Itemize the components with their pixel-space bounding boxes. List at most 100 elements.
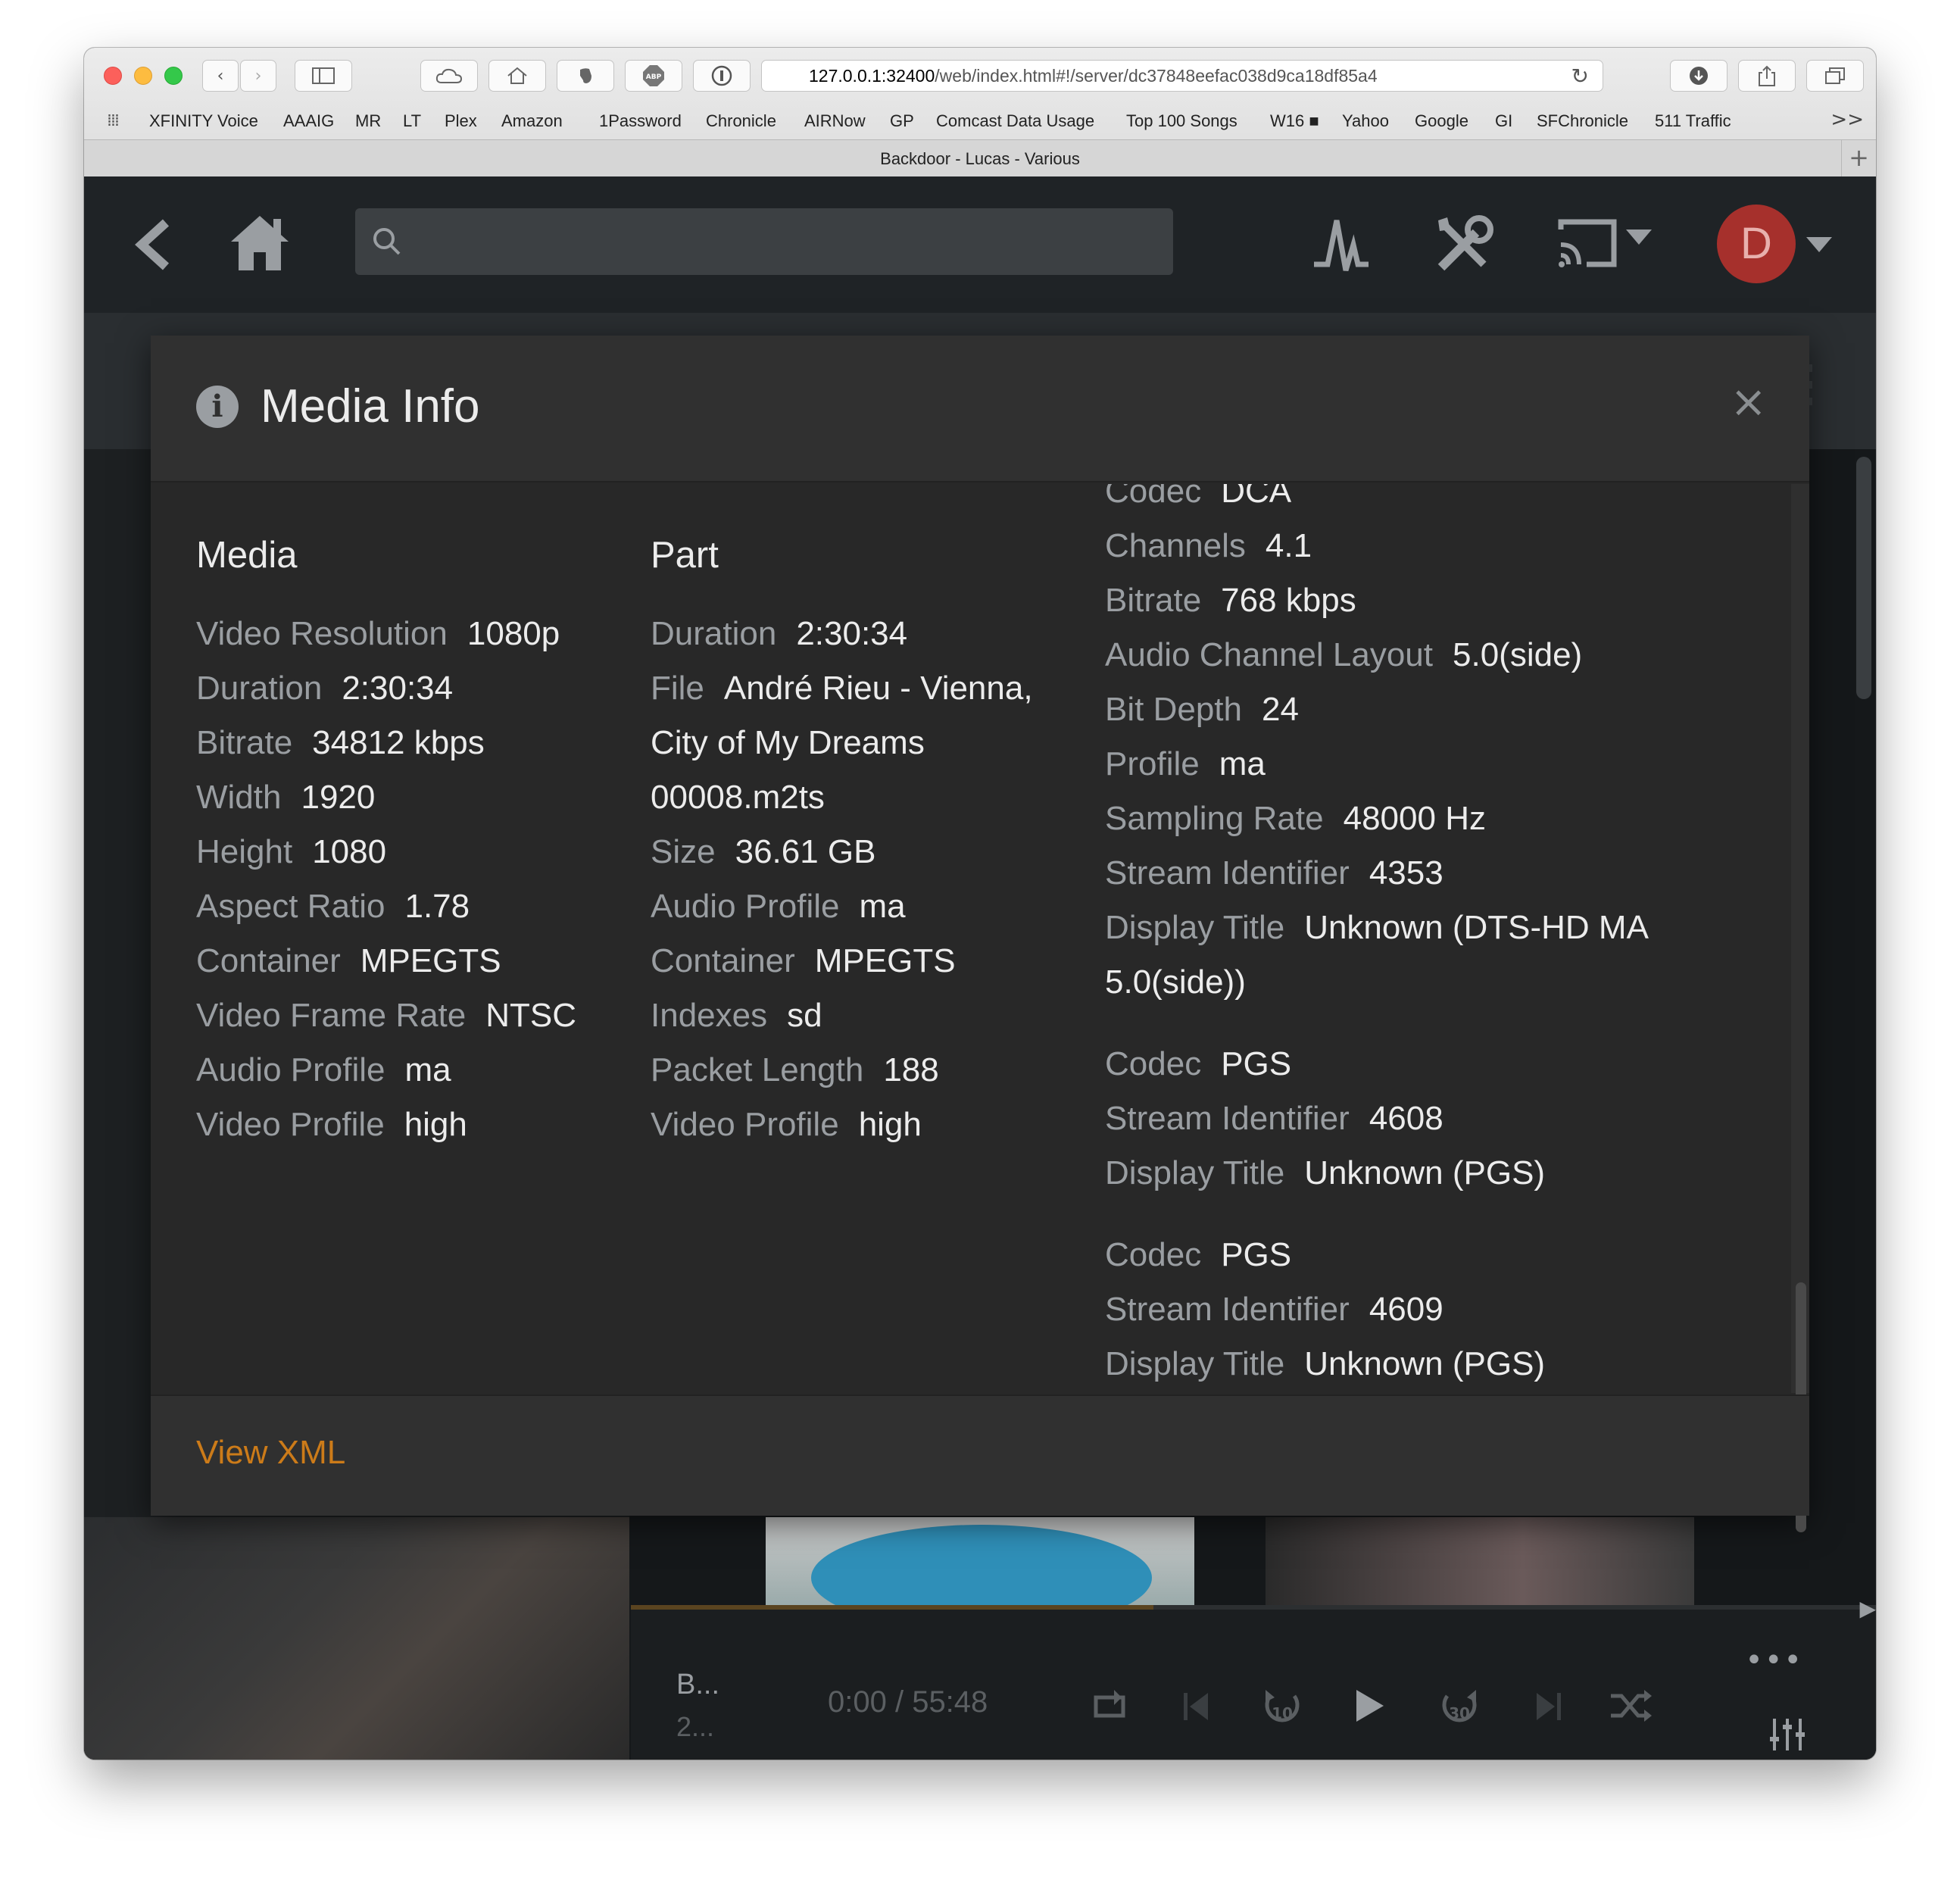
home-icon[interactable] bbox=[229, 213, 290, 277]
bookmark-item[interactable]: 1Password bbox=[599, 111, 682, 131]
part-file-row: File André Rieu - Vienna, bbox=[651, 670, 1033, 707]
tab-title[interactable]: Backdoor - Lucas - Various bbox=[84, 149, 1876, 169]
skip-back-icon[interactable]: 10 bbox=[1259, 1687, 1305, 1733]
new-tab-button[interactable]: + bbox=[1841, 140, 1876, 176]
play-icon[interactable] bbox=[1350, 1687, 1388, 1729]
part-row: Duration 2:30:34 bbox=[651, 615, 908, 652]
stream-row: Bit Depth 24 bbox=[1105, 691, 1299, 728]
part-file-continued: 00008.m2ts bbox=[651, 779, 825, 816]
album-thumbnail[interactable] bbox=[1266, 1517, 1694, 1608]
downloads-icon[interactable] bbox=[1670, 60, 1727, 92]
media-row: Width 1920 bbox=[196, 779, 376, 816]
bookmark-item[interactable]: Top 100 Songs bbox=[1126, 111, 1237, 131]
onepassword-icon[interactable] bbox=[693, 60, 751, 92]
modal-scrollbar-track[interactable] bbox=[1791, 484, 1809, 1393]
url-bar[interactable]: 127.0.0.1:32400/web/index.html#!/server/… bbox=[761, 60, 1603, 92]
part-file-continued: City of My Dreams bbox=[651, 724, 925, 761]
minimize-window-button[interactable] bbox=[134, 67, 152, 85]
bookmark-item[interactable]: W16 ■ bbox=[1270, 111, 1319, 131]
bookmark-item[interactable]: GP bbox=[890, 111, 914, 131]
search-input[interactable] bbox=[355, 208, 1173, 275]
media-row: Height 1080 bbox=[196, 833, 387, 870]
back-arrow-icon[interactable] bbox=[134, 218, 172, 282]
bookmark-item[interactable]: Yahoo bbox=[1342, 111, 1389, 131]
modal-header: i Media Info × bbox=[151, 336, 1809, 482]
evernote-icon[interactable] bbox=[557, 60, 614, 92]
playback-time: 0:00 / 55:48 bbox=[828, 1685, 988, 1719]
part-row: Packet Length 188 bbox=[651, 1051, 939, 1088]
bookmark-item[interactable]: 511 Traffic bbox=[1655, 111, 1731, 131]
stream-row: Codec PGS bbox=[1105, 1045, 1292, 1082]
tabs-overview-icon[interactable] bbox=[1806, 60, 1864, 92]
settings-tools-icon[interactable] bbox=[1434, 214, 1494, 279]
media-row: Container MPEGTS bbox=[196, 942, 501, 979]
icloud-icon[interactable] bbox=[420, 60, 478, 92]
media-row: Video Frame Rate NTSC bbox=[196, 997, 577, 1034]
sidebar-icon[interactable] bbox=[295, 60, 352, 92]
bookmark-item[interactable]: Chronicle bbox=[706, 111, 776, 131]
bookmark-item[interactable]: Plex bbox=[445, 111, 477, 131]
view-xml-link[interactable]: View XML bbox=[196, 1434, 345, 1472]
skip-forward-icon[interactable]: 30 bbox=[1437, 1687, 1482, 1733]
bookmark-item[interactable]: LT bbox=[403, 111, 421, 131]
part-row: Container MPEGTS bbox=[651, 942, 956, 979]
stream-row: Channels 4.1 bbox=[1105, 527, 1312, 564]
back-icon[interactable]: ‹ bbox=[202, 60, 239, 92]
media-row: Aspect Ratio 1.78 bbox=[196, 888, 470, 925]
browser-toolbar: ‹ › ABP 127.0.0.1:32400/web/index.html#!… bbox=[84, 48, 1876, 176]
album-thumbnail[interactable] bbox=[766, 1517, 1194, 1631]
avatar[interactable]: D bbox=[1717, 205, 1796, 283]
media-row: Bitrate 34812 kbps bbox=[196, 724, 485, 761]
more-options-icon[interactable]: ••• bbox=[1745, 1643, 1803, 1678]
search-icon bbox=[372, 226, 402, 261]
modal-footer: View XML bbox=[151, 1394, 1809, 1516]
media-row: Video Resolution 1080p bbox=[196, 615, 560, 652]
cast-icon[interactable] bbox=[1556, 214, 1655, 279]
activity-icon[interactable] bbox=[1311, 214, 1372, 279]
shuffle-icon[interactable] bbox=[1608, 1687, 1653, 1729]
equalizer-icon[interactable] bbox=[1768, 1716, 1806, 1757]
part-row: Video Profile high bbox=[651, 1106, 922, 1143]
svg-text:30: 30 bbox=[1449, 1704, 1470, 1722]
repeat-icon[interactable] bbox=[1088, 1687, 1131, 1729]
stream-row: Display Title Unknown (PGS) bbox=[1105, 1154, 1546, 1191]
bookmarks-grid-icon[interactable]: ⁞⁞⁞ bbox=[107, 111, 120, 130]
reload-icon[interactable]: ↻ bbox=[1571, 64, 1589, 89]
media-heading: Media bbox=[196, 535, 298, 576]
modal-body[interactable]: Media Video Resolution 1080p Duration 2:30… bbox=[151, 484, 1809, 1393]
part-heading: Part bbox=[651, 535, 719, 576]
previous-track-icon[interactable] bbox=[1179, 1687, 1213, 1729]
page-scrollbar[interactable] bbox=[1856, 457, 1871, 699]
close-icon[interactable]: × bbox=[1730, 379, 1767, 423]
bookmark-item[interactable]: Amazon bbox=[501, 111, 563, 131]
stream-row: Profile ma bbox=[1105, 745, 1266, 782]
bookmark-item[interactable]: MR bbox=[355, 111, 381, 131]
url-host: 127.0.0.1:32400 bbox=[809, 65, 935, 86]
bookmark-item[interactable]: Comcast Data Usage bbox=[936, 111, 1094, 131]
zoom-window-button[interactable] bbox=[164, 67, 183, 85]
media-row: Audio Profile ma bbox=[196, 1051, 451, 1088]
browser-window: ‹ › ABP 127.0.0.1:32400/web/index.html#!… bbox=[84, 48, 1876, 1760]
forward-icon[interactable]: › bbox=[240, 60, 276, 92]
track-subtitle[interactable]: 2... bbox=[676, 1711, 714, 1743]
adblock-icon[interactable]: ABP bbox=[625, 60, 682, 92]
next-track-icon[interactable] bbox=[1532, 1687, 1565, 1729]
bookmark-item[interactable]: AAAIG bbox=[283, 111, 334, 131]
stream-row: Stream Identifier 4608 bbox=[1105, 1100, 1443, 1137]
stream-display-title-continued: 5.0(side)) bbox=[1105, 963, 1246, 1001]
home-icon[interactable] bbox=[488, 60, 546, 92]
chevron-down-icon[interactable] bbox=[1806, 237, 1832, 252]
bookmarks-overflow-icon[interactable]: >> bbox=[1830, 108, 1864, 131]
bookmark-item[interactable]: SFChronicle bbox=[1537, 111, 1628, 131]
bookmark-item[interactable]: GI bbox=[1495, 111, 1512, 131]
expand-player-icon[interactable]: ▶ bbox=[1859, 1596, 1876, 1621]
close-window-button[interactable] bbox=[104, 67, 122, 85]
track-title[interactable]: B... bbox=[676, 1669, 719, 1701]
share-icon[interactable] bbox=[1738, 60, 1796, 92]
stream-row: Codec PGS bbox=[1105, 1236, 1292, 1273]
bookmark-item[interactable]: XFINITY Voice bbox=[149, 111, 258, 131]
bookmark-item[interactable]: Google bbox=[1415, 111, 1468, 131]
part-row: Indexes sd bbox=[651, 997, 822, 1034]
modal-title: Media Info bbox=[261, 380, 480, 433]
bookmark-item[interactable]: AIRNow bbox=[804, 111, 866, 131]
